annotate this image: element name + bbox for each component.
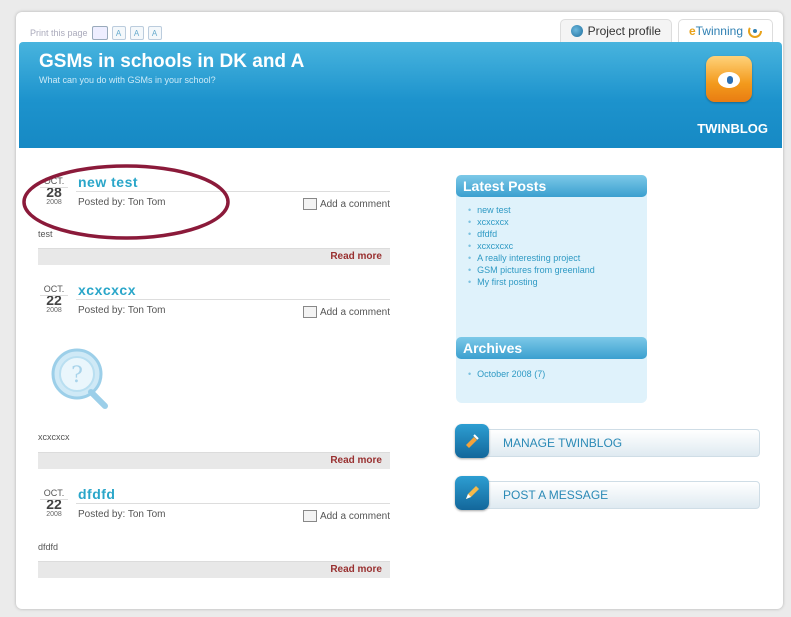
read-more-bar: Read more — [38, 248, 390, 265]
post-date: OCT. 22 2008 — [38, 488, 70, 518]
post-date: OCT. 28 2008 — [38, 176, 70, 206]
latest-post-link[interactable]: xcxcxcx — [468, 216, 595, 228]
add-comment-link[interactable]: Add a comment — [302, 510, 390, 522]
comment-icon — [302, 510, 317, 522]
font-size-small-button[interactable]: A — [111, 26, 126, 40]
latest-post-link[interactable]: My first posting — [468, 276, 595, 288]
blog-subtitle: What can you do with GSMs in your school… — [39, 75, 216, 85]
top-nav: Project profile eTwinning — [559, 19, 773, 42]
archives-heading: Archives — [456, 337, 647, 359]
twinblog-logo-icon[interactable] — [706, 56, 752, 102]
divider — [76, 299, 390, 300]
manage-icon — [455, 424, 489, 458]
read-more-bar: Read more — [38, 561, 390, 578]
etwinning-logo-text: eTwinning — [688, 24, 743, 38]
manage-twinblog-label: MANAGE TWINBLOG — [503, 436, 623, 450]
twinblog-logo-label: TWINBLOG — [697, 121, 768, 136]
comment-icon — [302, 306, 317, 318]
pencil-icon — [455, 476, 489, 510]
etwinning-logo-icon — [748, 24, 762, 38]
add-comment-link[interactable]: Add a comment — [302, 198, 390, 210]
page-tools: Print this page A A A — [30, 24, 162, 42]
manage-twinblog-button[interactable]: MANAGE TWINBLOG — [455, 424, 760, 458]
divider — [76, 503, 390, 504]
comment-icon — [302, 198, 317, 210]
question-mark-icon: ? — [51, 348, 108, 409]
read-more-bar: Read more — [38, 452, 390, 469]
post-author: Posted by: Ton Tom — [78, 509, 166, 520]
font-size-large-button[interactable]: A — [147, 26, 162, 40]
post-body: xcxcxcx — [38, 432, 70, 442]
blog-post: OCT. 22 2008 xcxcxcx Posted by: Ton Tom … — [38, 282, 390, 470]
latest-posts-heading: Latest Posts — [456, 175, 647, 197]
add-comment-link[interactable]: Add a comment — [302, 306, 390, 318]
project-profile-label: Project profile — [587, 24, 661, 38]
archives-list: October 2008 (7) — [468, 368, 545, 380]
post-author: Posted by: Ton Tom — [78, 305, 166, 316]
post-title-link[interactable]: new test — [78, 174, 138, 190]
print-page-link[interactable]: Print this page — [30, 28, 88, 38]
sidebar-panel: Latest Posts new test xcxcxcx dfdfd xcxc… — [456, 175, 647, 403]
post-date: OCT. 22 2008 — [38, 284, 70, 314]
globe-icon — [570, 25, 583, 37]
printer-icon[interactable] — [91, 26, 108, 40]
latest-post-link[interactable]: xcxcxcxc — [468, 240, 595, 252]
etwinning-link[interactable]: eTwinning — [677, 19, 773, 42]
svg-text:?: ? — [71, 363, 83, 388]
read-more-link[interactable]: Read more — [330, 251, 382, 262]
read-more-link[interactable]: Read more — [330, 564, 382, 575]
post-message-label: POST A MESSAGE — [503, 488, 609, 502]
project-profile-tab[interactable]: Project profile — [559, 19, 672, 42]
blog-post: OCT. 22 2008 dfdfd Posted by: Ton Tom Ad… — [38, 486, 390, 580]
divider — [76, 191, 390, 192]
latest-post-link[interactable]: GSM pictures from greenland — [468, 264, 595, 276]
latest-post-link[interactable]: dfdfd — [468, 228, 595, 240]
font-size-medium-button[interactable]: A — [129, 26, 144, 40]
blog-header: GSMs in schools in DK and A What can you… — [19, 42, 782, 148]
post-body: dfdfd — [38, 542, 59, 552]
post-title-link[interactable]: dfdfd — [78, 486, 115, 502]
archive-link[interactable]: October 2008 (7) — [468, 368, 545, 380]
latest-post-link[interactable]: A really interesting project — [468, 252, 595, 264]
post-title-link[interactable]: xcxcxcx — [78, 282, 136, 298]
latest-posts-list: new test xcxcxcx dfdfd xcxcxcxc A really… — [468, 204, 595, 288]
post-author: Posted by: Ton Tom — [78, 197, 166, 208]
blog-title: GSMs in schools in DK and A — [39, 51, 305, 72]
post-body: test — [38, 229, 53, 239]
blog-post: OCT. 28 2008 new test Posted by: Ton Tom… — [38, 174, 390, 266]
read-more-link[interactable]: Read more — [330, 455, 382, 466]
post-message-button[interactable]: POST A MESSAGE — [455, 476, 760, 510]
latest-post-link[interactable]: new test — [468, 204, 595, 216]
